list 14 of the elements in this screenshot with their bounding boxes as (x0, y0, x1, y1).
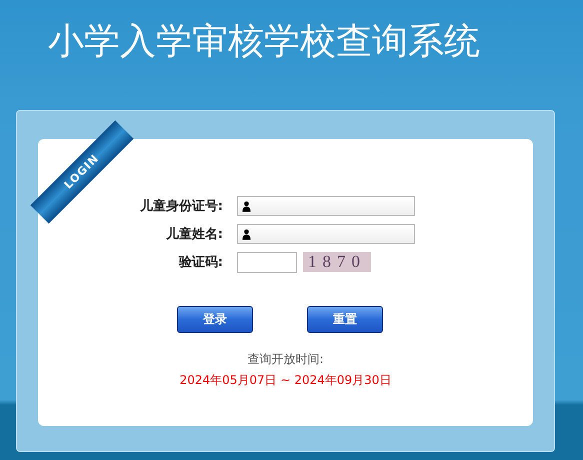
page-title: 小学入学审核学校查询系统 (48, 20, 481, 64)
field-label: 验证码: (178, 254, 224, 271)
form-button[interactable]: 登录 (177, 306, 253, 333)
form-button[interactable]: 重置 (307, 306, 383, 333)
notice-label: 查询开放时间: (246, 351, 325, 368)
captcha-image[interactable]: 1870 (303, 252, 371, 272)
captcha-field[interactable] (237, 252, 297, 272)
input-field[interactable] (237, 196, 415, 216)
person-icon (242, 200, 251, 212)
field-label: 儿童姓名: (164, 226, 224, 243)
person-icon (242, 228, 251, 240)
field-label: 儿童身份证号: (138, 198, 224, 215)
open-period: 2024年05月07日 ~ 2024年09月30日 (178, 372, 392, 389)
input-field[interactable] (237, 224, 415, 244)
